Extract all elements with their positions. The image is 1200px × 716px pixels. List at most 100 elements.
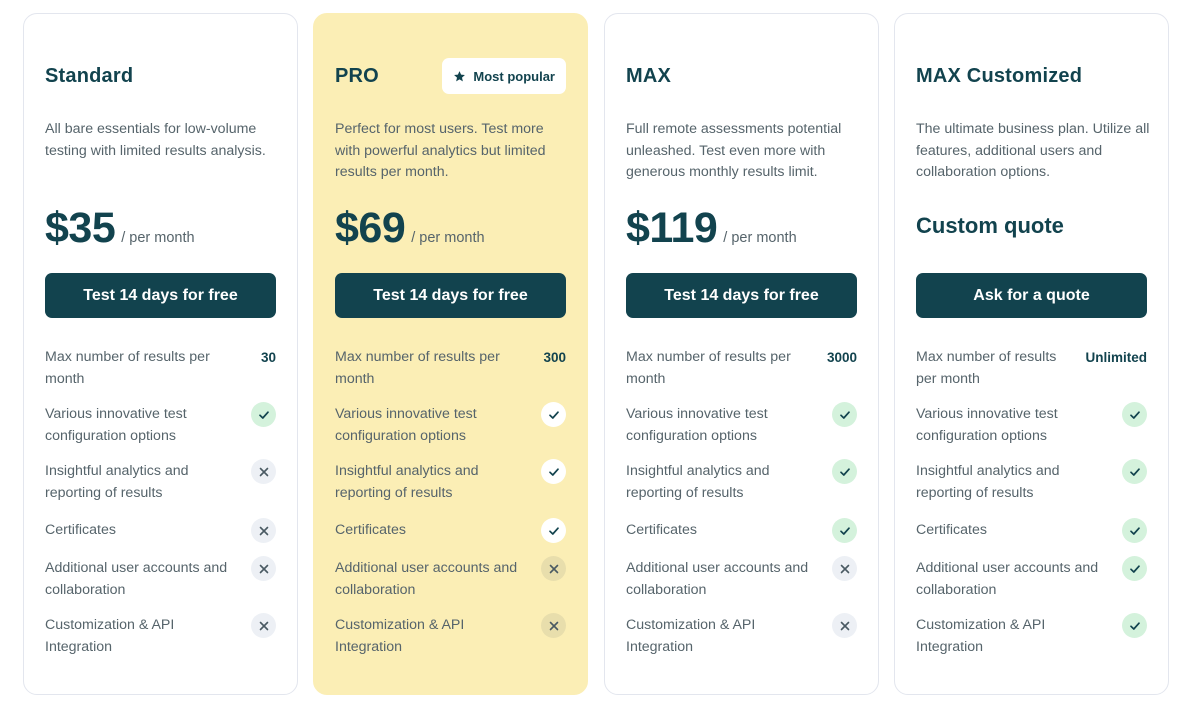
feature-label: Max number of results per month bbox=[916, 349, 1057, 387]
feature-label: Max number of results per month bbox=[626, 349, 791, 387]
feature-label: Customization & API Integration bbox=[916, 617, 1046, 655]
feature-label: Various innovative test configuration op… bbox=[335, 406, 477, 444]
feature-row-max-results: Max number of results per month 30 bbox=[45, 347, 276, 404]
close-icon bbox=[832, 613, 857, 638]
feature-label: Additional user accounts and collaborati… bbox=[335, 560, 518, 598]
feature-row: Insightful analytics and reporting of re… bbox=[626, 459, 857, 518]
close-icon bbox=[541, 556, 566, 581]
feature-list: Max number of results per month 3000 Var… bbox=[626, 347, 857, 672]
check-icon bbox=[1122, 459, 1147, 484]
close-icon bbox=[251, 556, 276, 581]
free-trial-button[interactable]: Test 14 days for free bbox=[335, 273, 566, 318]
most-popular-badge: Most popular bbox=[442, 58, 566, 94]
feature-row: Various innovative test configuration op… bbox=[335, 402, 566, 461]
feature-label: Various innovative test configuration op… bbox=[45, 406, 187, 444]
check-icon bbox=[541, 459, 566, 484]
close-icon bbox=[832, 556, 857, 581]
check-icon bbox=[541, 518, 566, 543]
plan-description: All bare essentials for low-volume testi… bbox=[45, 121, 266, 159]
check-icon bbox=[832, 518, 857, 543]
feature-list: Max number of results per month 30 Vario… bbox=[45, 347, 276, 672]
feature-label: Certificates bbox=[626, 522, 697, 538]
close-icon bbox=[251, 613, 276, 638]
plan-name: PRO bbox=[335, 65, 379, 87]
feature-label: Insightful analytics and reporting of re… bbox=[626, 463, 770, 501]
close-icon bbox=[251, 518, 276, 543]
feature-label: Certificates bbox=[916, 522, 987, 538]
feature-list: Max number of results per month 300 Vari… bbox=[335, 347, 566, 672]
feature-label: Additional user accounts and collaborati… bbox=[45, 560, 228, 598]
plan-name: MAX bbox=[626, 65, 672, 87]
feature-row: Customization & API Integration bbox=[916, 613, 1147, 672]
feature-value: 30 bbox=[260, 350, 276, 365]
badge-label: Most popular bbox=[473, 68, 555, 84]
feature-label: Customization & API Integration bbox=[45, 617, 175, 655]
feature-row: Additional user accounts and collaborati… bbox=[335, 556, 566, 615]
feature-label: Insightful analytics and reporting of re… bbox=[916, 463, 1060, 501]
check-icon bbox=[1122, 556, 1147, 581]
check-icon bbox=[1122, 518, 1147, 543]
price-period: / per month bbox=[411, 230, 485, 246]
price-row: $119 / per month bbox=[626, 204, 797, 253]
feature-label: Additional user accounts and collaborati… bbox=[916, 560, 1099, 598]
plan-card-max-customized: MAX Customized The ultimate business pla… bbox=[894, 13, 1169, 695]
plan-description: Perfect for most users. Test more with p… bbox=[335, 121, 546, 180]
feature-value: 3000 bbox=[826, 350, 857, 365]
feature-row: Certificates bbox=[916, 518, 1147, 558]
plan-card-standard: Standard All bare essentials for low-vol… bbox=[23, 13, 298, 695]
feature-label: Certificates bbox=[335, 522, 406, 538]
ask-for-quote-button[interactable]: Ask for a quote bbox=[916, 273, 1147, 318]
star-icon bbox=[454, 70, 466, 81]
feature-row: Insightful analytics and reporting of re… bbox=[335, 459, 566, 518]
feature-row-max-results: Max number of results per month 300 bbox=[335, 347, 566, 404]
check-icon bbox=[1122, 402, 1147, 427]
plan-price: $35 bbox=[45, 204, 116, 252]
check-icon bbox=[251, 402, 276, 427]
feature-label: Insightful analytics and reporting of re… bbox=[45, 463, 189, 501]
feature-row: Various innovative test configuration op… bbox=[916, 402, 1147, 461]
feature-row: Certificates bbox=[45, 518, 276, 558]
feature-row-max-results: Max number of results per month 3000 bbox=[626, 347, 857, 404]
feature-row: Certificates bbox=[335, 518, 566, 558]
feature-row: Insightful analytics and reporting of re… bbox=[916, 459, 1147, 518]
feature-row: Customization & API Integration bbox=[45, 613, 276, 672]
price-period: / per month bbox=[121, 230, 195, 246]
plan-card-max: MAX Full remote assessments potential un… bbox=[604, 13, 879, 695]
plan-description: Full remote assessments potential unleas… bbox=[626, 121, 842, 180]
feature-row: Certificates bbox=[626, 518, 857, 558]
price-row: $35 / per month bbox=[45, 204, 195, 253]
close-icon bbox=[251, 459, 276, 484]
feature-label: Insightful analytics and reporting of re… bbox=[335, 463, 479, 501]
feature-label: Customization & API Integration bbox=[626, 617, 756, 655]
feature-label: Various innovative test configuration op… bbox=[916, 406, 1058, 444]
feature-row: Customization & API Integration bbox=[335, 613, 566, 672]
feature-list: Max number of results per month Unlimite… bbox=[916, 347, 1147, 672]
price-period: / per month bbox=[723, 230, 797, 246]
check-icon bbox=[1122, 613, 1147, 638]
feature-label: Certificates bbox=[45, 522, 116, 538]
feature-row: Various innovative test configuration op… bbox=[626, 402, 857, 461]
plan-name: Standard bbox=[45, 65, 134, 87]
feature-row: Additional user accounts and collaborati… bbox=[916, 556, 1147, 615]
feature-row: Various innovative test configuration op… bbox=[45, 402, 276, 461]
check-icon bbox=[832, 402, 857, 427]
price-row: $69 / per month bbox=[335, 204, 485, 253]
feature-row: Insightful analytics and reporting of re… bbox=[45, 459, 276, 518]
close-icon bbox=[541, 613, 566, 638]
check-icon bbox=[541, 402, 566, 427]
check-icon bbox=[832, 459, 857, 484]
feature-row-max-results: Max number of results per month Unlimite… bbox=[916, 347, 1147, 404]
feature-row: Additional user accounts and collaborati… bbox=[626, 556, 857, 615]
feature-row: Additional user accounts and collaborati… bbox=[45, 556, 276, 615]
custom-quote-price: Custom quote bbox=[916, 213, 1064, 238]
free-trial-button[interactable]: Test 14 days for free bbox=[626, 273, 857, 318]
feature-label: Max number of results per month bbox=[335, 349, 500, 387]
plan-card-pro: PRO Most popular Perfect for most users.… bbox=[313, 13, 588, 695]
feature-label: Customization & API Integration bbox=[335, 617, 465, 655]
plan-price: $69 bbox=[335, 204, 406, 252]
plan-name: MAX Customized bbox=[916, 65, 1083, 87]
free-trial-button[interactable]: Test 14 days for free bbox=[45, 273, 276, 318]
feature-row: Customization & API Integration bbox=[626, 613, 857, 672]
plan-description: The ultimate business plan. Utilize all … bbox=[916, 121, 1150, 180]
feature-label: Additional user accounts and collaborati… bbox=[626, 560, 809, 598]
